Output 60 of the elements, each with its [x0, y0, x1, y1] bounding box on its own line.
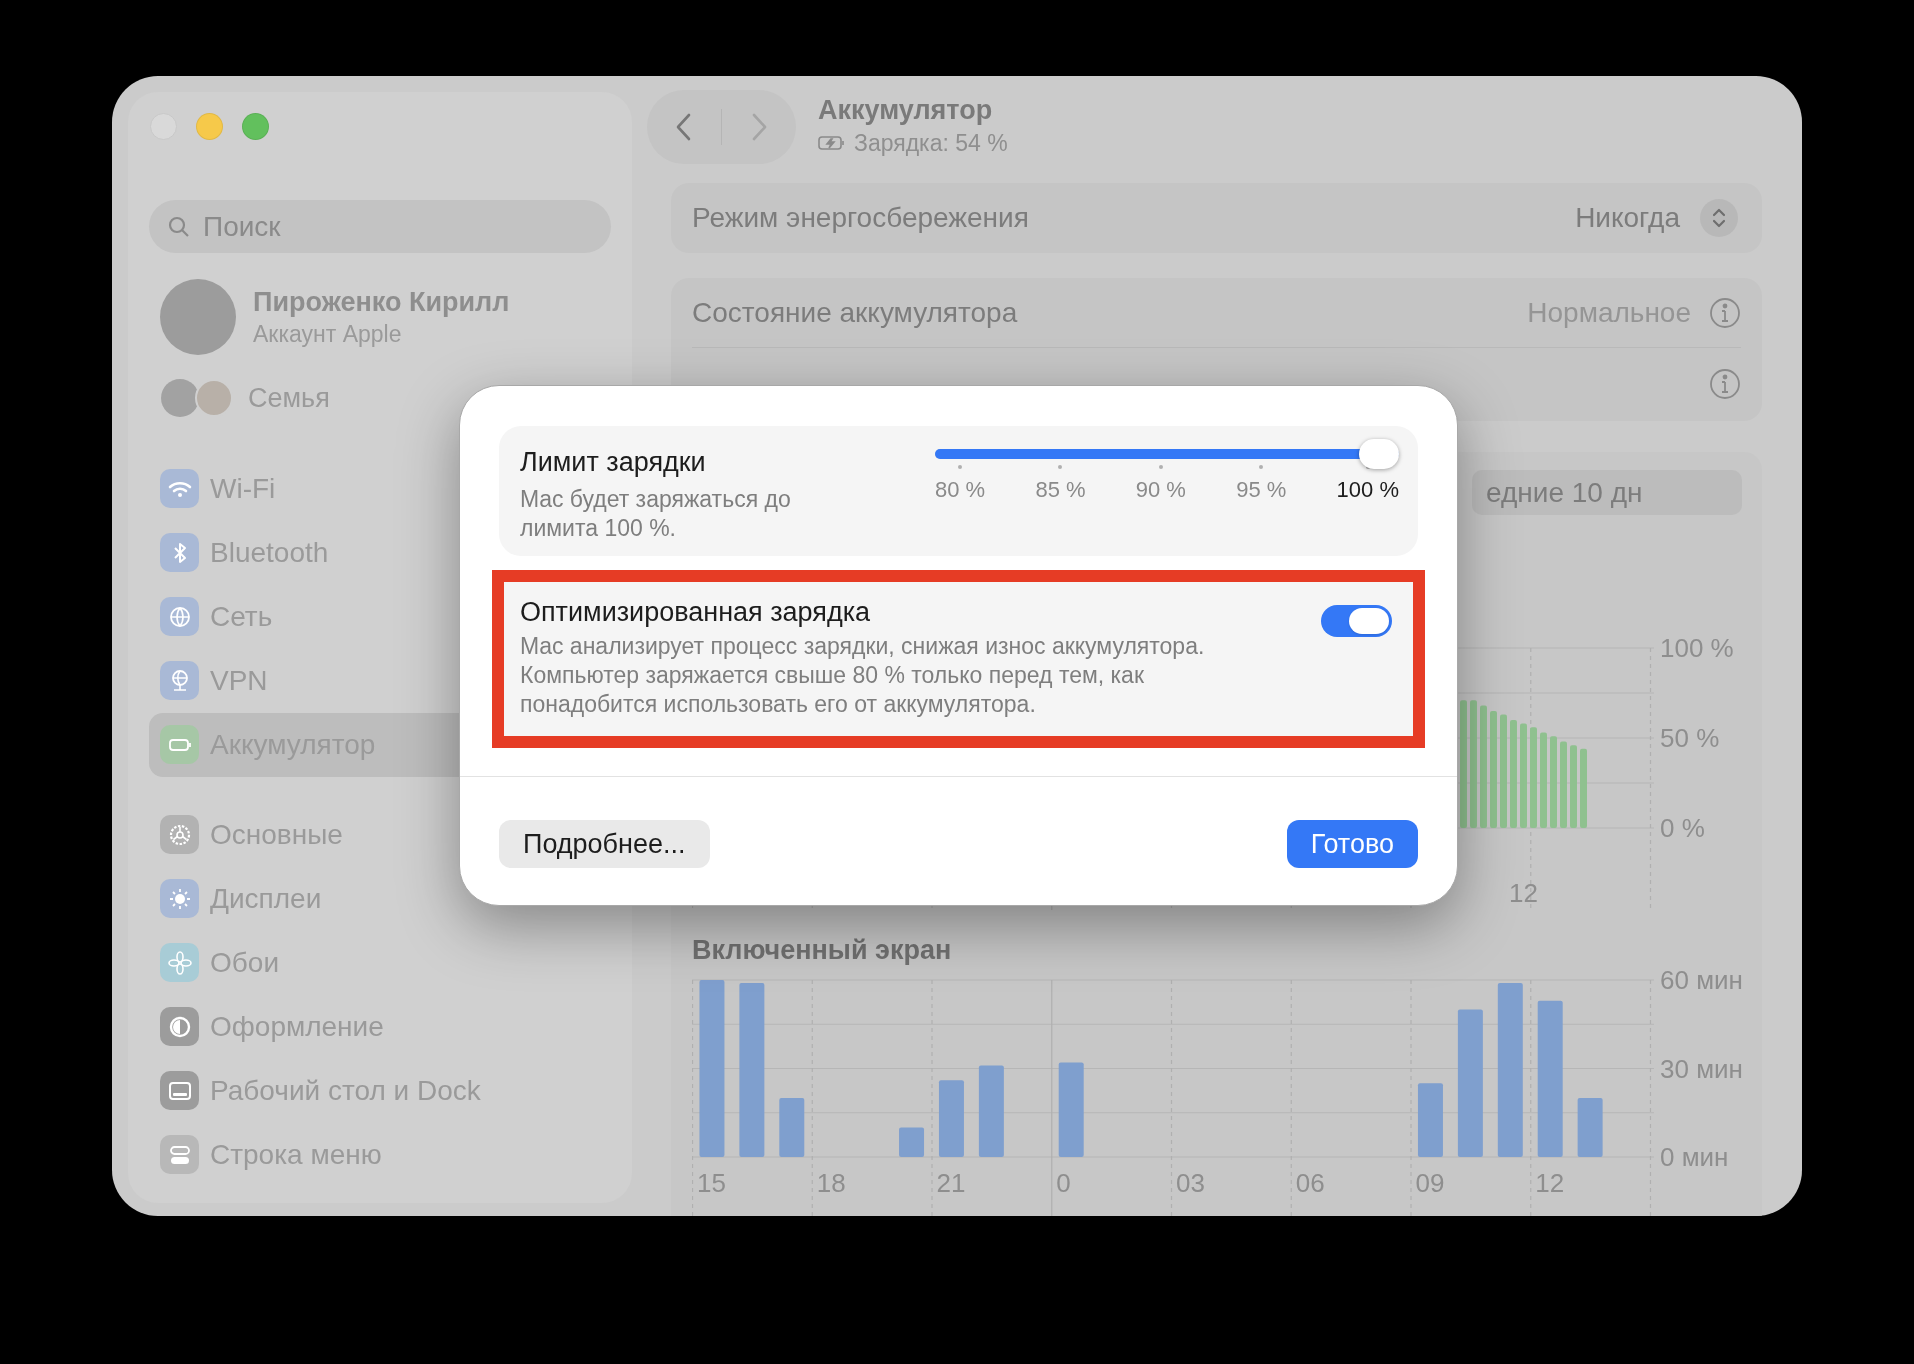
segmented-control[interactable]: едние 10 дн [1472, 470, 1742, 515]
avatar [161, 379, 199, 418]
page-title: Аккумулятор [818, 93, 994, 126]
globe-stand-icon [160, 661, 199, 700]
axis-label: 12 [1535, 1168, 1565, 1198]
axis-label: 09 [1415, 1168, 1445, 1198]
setting-label: Состояние аккумулятора [692, 295, 1018, 330]
charge-status: Зарядка: 54 % [854, 128, 1008, 158]
battery-icon [160, 725, 199, 764]
toggle-switch[interactable] [1321, 605, 1392, 637]
axis-label: 30 мин [1660, 1053, 1743, 1084]
segment-label: едние 10 дн [1486, 475, 1643, 510]
tick-label: 90 % [1135, 476, 1186, 504]
account-name: Пироженко Кирилл [253, 286, 510, 318]
setting-description: Mac будет заряжаться до лимита 100 %. [520, 484, 792, 543]
setting-title: Лимит зарядки [520, 446, 707, 479]
tick-label: 80 % [935, 476, 986, 504]
bar [899, 1127, 925, 1157]
axis-label: 15 [697, 1168, 726, 1198]
wifi-icon [160, 469, 199, 508]
axis-label: 06 [1295, 1168, 1325, 1198]
chevron-up-down-icon [1712, 207, 1726, 229]
axis-label: 0 [1056, 1168, 1071, 1198]
more-info-button[interactable]: Подробнее... [499, 820, 710, 868]
done-button[interactable]: Готово [1286, 820, 1418, 868]
dock-icon [160, 1071, 199, 1110]
zoom-button[interactable] [242, 113, 269, 140]
minimize-button[interactable] [196, 113, 223, 140]
battery-charging-icon [818, 135, 846, 151]
setting-title: Оптимизированная зарядка [520, 596, 872, 628]
info-icon[interactable] [1709, 368, 1741, 400]
axis-label: 50 % [1660, 723, 1720, 753]
bar [779, 1098, 805, 1157]
axis-label: 0 мин [1660, 1142, 1729, 1172]
axis-label: 0 % [1660, 813, 1705, 843]
search-field[interactable]: Поиск [149, 200, 611, 253]
slider-thumb[interactable] [1359, 439, 1399, 469]
axis-label: 21 [936, 1168, 966, 1198]
tick-label: 85 % [1035, 476, 1086, 504]
axis-label: 18 [816, 1168, 846, 1198]
toggles-icon [160, 1135, 199, 1174]
tick-label: 100 % [1336, 476, 1399, 504]
axis-label: 100 % [1660, 633, 1734, 663]
gear-icon [160, 815, 199, 854]
bar [1577, 1098, 1603, 1157]
setting-value: Никогда [1575, 201, 1680, 235]
globe-icon [160, 597, 199, 636]
search-icon [167, 215, 191, 239]
axis-label: 03 [1176, 1168, 1205, 1198]
tick-label: 95 % [1236, 476, 1287, 504]
chart-title: Включенный экран [692, 936, 953, 964]
info-icon[interactable] [1709, 296, 1741, 329]
sun-icon [160, 879, 199, 918]
popup-button[interactable] [1700, 199, 1738, 237]
setting-label: Режим энергосбережения [692, 201, 1029, 235]
axis-label: 12 [1509, 878, 1538, 908]
axis-label: 60 мин [1660, 965, 1743, 995]
bluetooth-icon [160, 533, 199, 572]
flower-icon [160, 943, 199, 982]
toggle-knob [1349, 608, 1389, 634]
